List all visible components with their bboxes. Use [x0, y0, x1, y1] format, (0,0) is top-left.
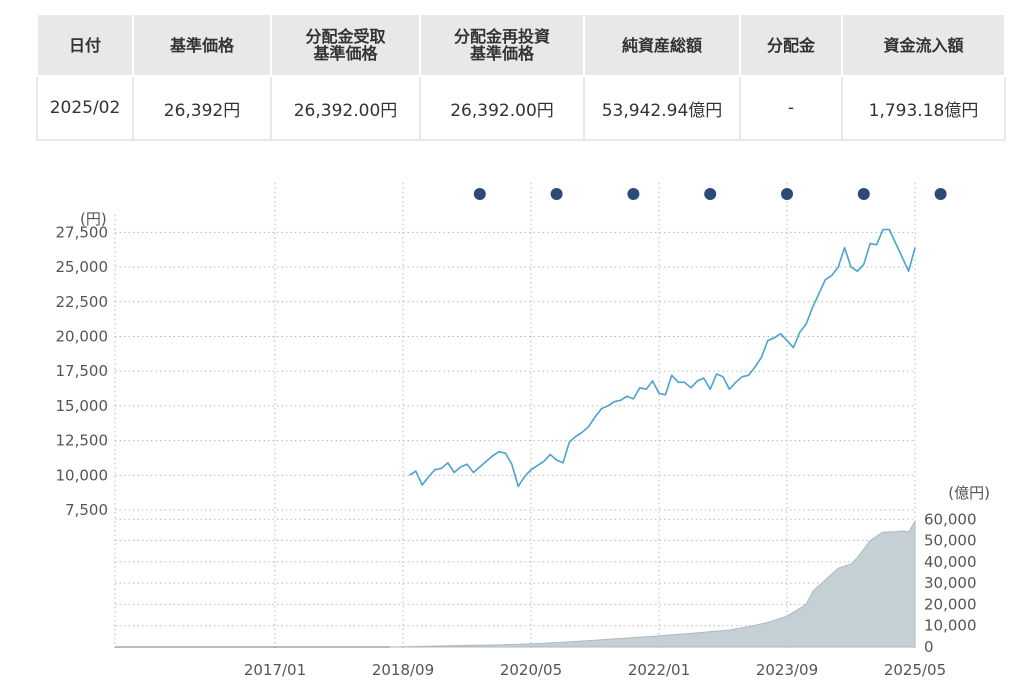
asset-unit-label: (億円) [948, 484, 990, 502]
fund-performance-chart: 2017/01 2018/09 2020/05 2022/01 2023/09 2025/… [56, 183, 990, 679]
x-tick-label: 2022/01 [628, 661, 690, 679]
price-y-tick-label: 10,000 [56, 466, 109, 484]
asset-y-tick-label: 20,000 [924, 595, 977, 613]
price-y-tick-label: 7,500 [65, 501, 108, 519]
x-tick-label: 2020/05 [500, 661, 562, 679]
asset-y-tick-label: 30,000 [924, 574, 977, 592]
price-y-tick-label: 17,500 [56, 362, 109, 380]
price-y-tick-label: 15,000 [56, 397, 109, 415]
asset-y-tick-label: 40,000 [924, 553, 977, 571]
grid-layer [114, 183, 916, 648]
asset-y-tick-label: 0 [924, 638, 934, 656]
price-line [408, 228, 916, 488]
distribution-marker [627, 188, 640, 200]
price-y-tick-label: 20,000 [56, 327, 109, 345]
distribution-marker [473, 188, 486, 200]
price-line-layer [408, 228, 916, 488]
price-y-tick-label: 12,500 [56, 432, 109, 450]
asset-y-tick-label: 10,000 [924, 617, 977, 635]
distribution-marker-layer [473, 188, 947, 200]
x-tick-label: 2025/05 [884, 661, 946, 679]
asset-y-tick-label: 60,000 [924, 510, 977, 528]
x-tick-label: 2023/09 [756, 661, 818, 679]
distribution-marker [934, 188, 947, 200]
x-tick-label: 2017/01 [244, 661, 306, 679]
x-tick-label: 2018/09 [372, 661, 434, 679]
distribution-marker [550, 188, 563, 200]
price-y-tick-label: 22,500 [56, 293, 109, 311]
price-unit-label: (円) [80, 210, 107, 228]
price-y-tick-label: 25,000 [56, 258, 109, 276]
asset-y-tick-label: 50,000 [924, 532, 977, 550]
distribution-marker [857, 188, 870, 200]
distribution-marker [704, 188, 717, 200]
distribution-marker [781, 188, 793, 200]
